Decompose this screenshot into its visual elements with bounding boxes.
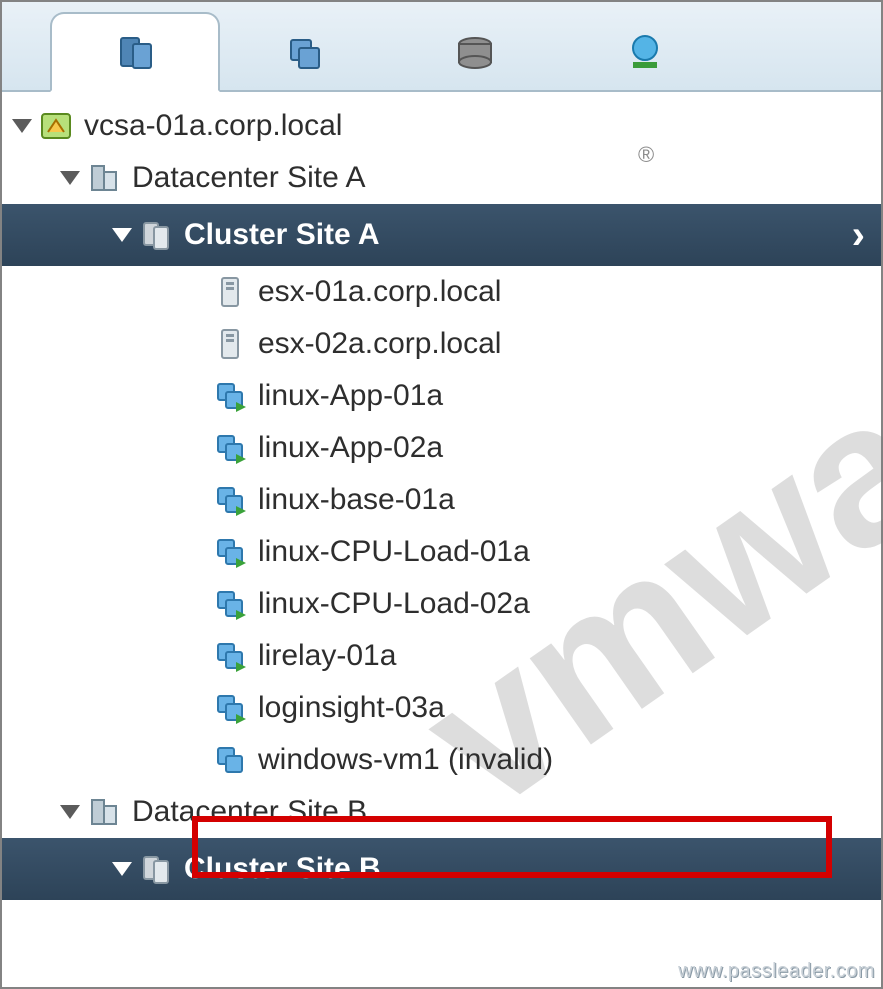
host-1-label: esx-01a.corp.local [258, 275, 501, 309]
cluster-b-label: Cluster Site B [184, 852, 381, 886]
vm-label: linux-App-01a [258, 379, 443, 413]
tree-node-vm-linux-cpu-load-02a[interactable]: linux-CPU-Load-02a [2, 578, 881, 630]
tree-node-host-1[interactable]: esx-01a.corp.local [2, 266, 881, 318]
vm-powered-on-icon [212, 690, 248, 726]
hosts-clusters-icon [113, 30, 157, 74]
cluster-icon [138, 851, 174, 887]
networking-icon [623, 32, 667, 76]
tab-vms-templates[interactable] [220, 18, 390, 90]
storage-icon [453, 32, 497, 76]
tab-hosts-clusters[interactable] [50, 12, 220, 92]
cluster-a-label: Cluster Site A [184, 218, 380, 252]
expand-arrow-icon[interactable] [12, 119, 32, 133]
vm-label: lirelay-01a [258, 639, 396, 673]
tree-node-vm-linux-base-01a[interactable]: linux-base-01a [2, 474, 881, 526]
host-2-label: esx-02a.corp.local [258, 327, 501, 361]
datacenter-b-label: Datacenter Site B [132, 795, 367, 829]
vm-label: linux-CPU-Load-02a [258, 587, 530, 621]
vm-invalid-icon [212, 742, 248, 778]
tree-node-vm-loginsight-03a[interactable]: loginsight-03a [2, 682, 881, 734]
inventory-tree: vcsa-01a.corp.local Datacenter Site A Cl… [2, 92, 881, 900]
passleader-url-watermark: www.passleader.com [678, 960, 875, 983]
tree-node-host-2[interactable]: esx-02a.corp.local [2, 318, 881, 370]
tree-node-vcenter[interactable]: vcsa-01a.corp.local [2, 100, 881, 152]
vcenter-label: vcsa-01a.corp.local [84, 109, 342, 143]
vm-label: linux-base-01a [258, 483, 455, 517]
datacenter-icon [86, 794, 122, 830]
tab-storage[interactable] [390, 18, 560, 90]
tree-node-vm-lirelay-01a[interactable]: lirelay-01a [2, 630, 881, 682]
host-icon [212, 326, 248, 362]
vm-powered-on-icon [212, 482, 248, 518]
vm-powered-on-icon [212, 638, 248, 674]
tree-node-vm-linux-app-02a[interactable]: linux-App-02a [2, 422, 881, 474]
expand-arrow-icon[interactable] [60, 171, 80, 185]
vm-powered-on-icon [212, 534, 248, 570]
expand-arrow-icon[interactable] [112, 228, 132, 242]
cluster-icon [138, 217, 174, 253]
host-icon [212, 274, 248, 310]
vms-templates-icon [283, 32, 327, 76]
tree-node-vm-linux-cpu-load-01a[interactable]: linux-CPU-Load-01a [2, 526, 881, 578]
tree-node-cluster-a[interactable]: Cluster Site A › [2, 204, 881, 266]
vm-powered-on-icon [212, 586, 248, 622]
navigator-tab-bar [2, 2, 881, 92]
tree-node-vm-windows-vm1-invalid[interactable]: windows-vm1 (invalid) [2, 734, 881, 786]
datacenter-icon [86, 160, 122, 196]
vm-label: windows-vm1 (invalid) [258, 743, 553, 777]
expand-arrow-icon[interactable] [112, 862, 132, 876]
vcenter-icon [38, 108, 74, 144]
tab-networking[interactable] [560, 18, 730, 90]
expand-arrow-icon[interactable] [60, 805, 80, 819]
tree-node-datacenter-b[interactable]: Datacenter Site B [2, 786, 881, 838]
tree-node-cluster-b[interactable]: Cluster Site B [2, 838, 881, 900]
datacenter-a-label: Datacenter Site A [132, 161, 365, 195]
tree-node-vm-linux-app-01a[interactable]: linux-App-01a [2, 370, 881, 422]
chevron-right-icon: › [852, 213, 865, 258]
vm-label: loginsight-03a [258, 691, 445, 725]
vm-powered-on-icon [212, 430, 248, 466]
tree-node-datacenter-a[interactable]: Datacenter Site A [2, 152, 881, 204]
vm-label: linux-CPU-Load-01a [258, 535, 530, 569]
vm-label: linux-App-02a [258, 431, 443, 465]
vm-powered-on-icon [212, 378, 248, 414]
